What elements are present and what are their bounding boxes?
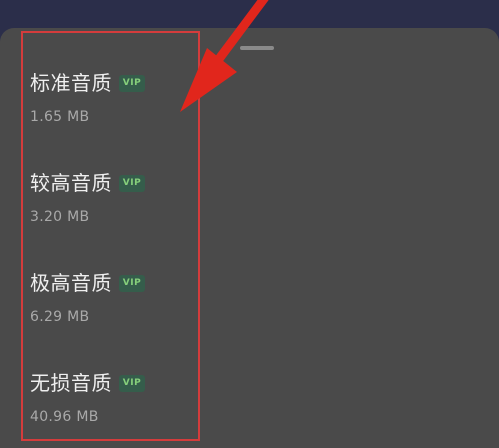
sound-quality-sheet: 标准音质 VIP 1.65 MB 较高音质 VIP 3.20 MB 极高音质 V…: [0, 28, 499, 448]
quality-option-higher[interactable]: 较高音质 VIP 3.20 MB: [30, 169, 200, 239]
quality-title-row: 无损音质 VIP: [30, 369, 200, 397]
vip-badge: VIP: [119, 274, 145, 292]
quality-options-list: 标准音质 VIP 1.65 MB 较高音质 VIP 3.20 MB 极高音质 V…: [0, 28, 499, 448]
quality-size-higher: 3.20 MB: [30, 209, 90, 225]
quality-option-standard[interactable]: 标准音质 VIP 1.65 MB: [30, 69, 200, 139]
quality-title-row: 极高音质 VIP: [30, 269, 200, 297]
quality-size-standard: 1.65 MB: [30, 109, 90, 125]
quality-title-row: 较高音质 VIP: [30, 169, 200, 197]
quality-title-row: 标准音质 VIP: [30, 69, 200, 97]
quality-size-lossless: 40.96 MB: [30, 409, 99, 425]
vip-badge: VIP: [119, 374, 145, 392]
quality-label-standard: 标准音质: [30, 71, 112, 95]
vip-badge: VIP: [119, 74, 145, 92]
quality-label-extreme: 极高音质: [30, 271, 112, 295]
quality-label-higher: 较高音质: [30, 171, 112, 195]
vip-badge: VIP: [119, 174, 145, 192]
quality-size-extreme: 6.29 MB: [30, 309, 90, 325]
quality-option-extreme[interactable]: 极高音质 VIP 6.29 MB: [30, 269, 200, 339]
quality-option-lossless[interactable]: 无损音质 VIP 40.96 MB: [30, 369, 200, 439]
quality-label-lossless: 无损音质: [30, 371, 112, 395]
